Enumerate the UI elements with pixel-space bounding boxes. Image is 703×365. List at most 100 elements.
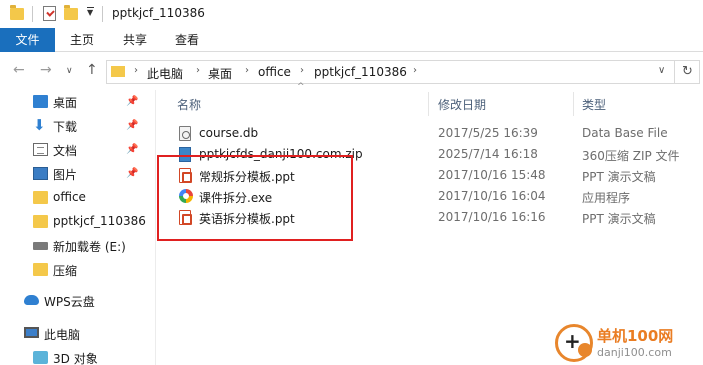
column-divider[interactable] [428,92,429,116]
sidebar-item-documents[interactable]: 文档 📌 [0,138,156,162]
watermark-url: danji100.com [597,346,672,359]
file-date: 2017/10/16 16:16 [438,210,546,224]
download-icon: ⬇ [33,116,46,134]
window-title: pptkjcf_110386 [112,6,205,20]
ppt-file-icon [179,168,192,183]
pin-icon[interactable]: 📌 [126,144,138,155]
new-folder-icon[interactable] [64,5,78,20]
pin-icon[interactable]: 📌 [126,168,138,179]
ppt-file-icon [179,210,192,225]
column-divider[interactable] [573,92,574,116]
forward-arrow-icon[interactable]: → [40,62,52,78]
sidebar-item-label: 此电脑 [44,328,81,342]
separator [102,6,103,22]
breadcrumb-current-folder[interactable]: pptkjcf_110386 [314,65,407,79]
column-header-type[interactable]: 类型 [582,96,606,113]
separator [32,6,33,22]
file-name: pptkjcfds_danji100.com.zip [199,147,363,161]
sidebar-item-label: office [53,190,86,204]
tab-file[interactable]: 文件 [0,28,55,52]
3d-objects-icon [33,351,48,364]
file-date: 2017/10/16 15:48 [438,168,546,182]
watermark-logo-icon [555,324,593,362]
column-header-date[interactable]: 修改日期 [438,96,486,113]
back-arrow-icon[interactable]: ← [13,62,25,78]
sidebar-item-label: WPS云盘 [44,295,95,309]
sidebar-item-3d-objects[interactable]: 3D 对象 [0,346,156,365]
folder-icon [111,66,125,77]
document-icon [33,143,48,156]
exe-file-icon [179,189,193,203]
up-arrow-icon[interactable]: ↑ [86,62,98,78]
sidebar-item-label: 桌面 [53,96,78,110]
sidebar-item-desktop[interactable]: 桌面 📌 [0,90,156,114]
folder-icon [10,5,24,20]
file-name: 英语拆分模板.ppt [199,212,295,226]
pane-divider[interactable] [155,90,156,365]
table-row[interactable]: 课件拆分.exe 2017/10/16 16:04 应用程序 [169,186,703,207]
chevron-right-icon[interactable]: › [300,65,304,76]
table-row[interactable]: pptkjcfds_danji100.com.zip 2025/7/14 16:… [169,144,703,165]
chevron-right-icon[interactable]: › [196,65,200,76]
address-bar[interactable]: › 此电脑 › 桌面 › office › pptkjcf_110386 › ∨… [106,60,700,84]
sidebar-item-label: 3D 对象 [53,352,98,365]
navigation-pane: 桌面 📌 ⬇ 下载 📌 文档 📌 图片 📌 office pptkjcf_110… [0,90,156,365]
column-header-name[interactable]: 名称 [177,96,201,113]
file-name: course.db [199,126,259,140]
zip-file-icon [179,147,191,162]
recent-locations-icon[interactable]: ∨ [66,66,73,76]
sidebar-item-pictures[interactable]: 图片 📌 [0,162,156,186]
separator [674,61,675,83]
sidebar-item-office[interactable]: office [0,186,156,210]
breadcrumb-this-pc[interactable]: 此电脑 [147,65,183,82]
watermark-name: 单机100网 [597,327,674,345]
sidebar-item-label: 图片 [53,168,78,182]
sidebar-item-label: 文档 [53,144,78,158]
sidebar-item-compress[interactable]: 压缩 [0,258,156,282]
file-name: 常规拆分模板.ppt [199,170,295,184]
chevron-right-icon[interactable]: › [134,65,138,76]
file-type: PPT 演示文稿 [582,170,656,184]
folder-icon [33,215,48,228]
table-row[interactable]: 英语拆分模板.ppt 2017/10/16 16:16 PPT 演示文稿 [169,207,703,228]
tab-home[interactable]: 主页 [60,28,104,52]
properties-icon[interactable] [43,6,56,21]
chevron-down-icon[interactable]: ∨ [658,65,665,76]
sidebar-item-downloads[interactable]: ⬇ 下载 📌 [0,114,156,138]
file-date: 2017/10/16 16:04 [438,189,546,203]
pin-icon[interactable]: 📌 [126,96,138,107]
drive-icon [33,242,48,250]
sidebar-item-wps-cloud[interactable]: WPS云盘 [0,289,156,313]
ribbon-tabs: 文件 主页 共享 查看 [0,28,703,52]
chevron-right-icon[interactable]: › [245,65,249,76]
title-bar: ▼ pptkjcf_110386 [0,0,703,28]
tab-share[interactable]: 共享 [113,28,157,52]
table-row[interactable]: 常规拆分模板.ppt 2017/10/16 15:48 PPT 演示文稿 [169,165,703,186]
chevron-right-icon[interactable]: › [413,65,417,76]
cloud-icon [24,295,39,305]
breadcrumb-office[interactable]: office [258,65,291,79]
desktop-icon [33,95,48,108]
tab-view[interactable]: 查看 [165,28,209,52]
chevron-down-icon[interactable]: ▼ [87,8,93,17]
watermark: 单机100网 danji100.com [555,322,703,365]
navigation-bar: ← → ∨ ↑ › 此电脑 › 桌面 › office › pptkjcf_11… [0,52,703,90]
database-file-icon [179,126,191,141]
refresh-icon[interactable]: ↻ [682,64,693,79]
folder-icon [33,191,48,204]
computer-icon [24,327,39,338]
sidebar-item-drive-e[interactable]: 新加载卷 (E:) [0,234,156,258]
file-type: Data Base File [582,126,668,140]
file-type: PPT 演示文稿 [582,212,656,226]
breadcrumb-desktop[interactable]: 桌面 [208,65,232,82]
pin-icon[interactable]: 📌 [126,120,138,131]
sidebar-item-label: 新加载卷 (E:) [53,240,126,254]
folder-icon [33,263,48,276]
sidebar-item-pptkjcf[interactable]: pptkjcf_110386 [0,210,156,234]
sort-ascending-icon: ^ [297,82,305,92]
table-row[interactable]: course.db 2017/5/25 16:39 Data Base File [169,123,703,144]
file-date: 2025/7/14 16:18 [438,147,538,161]
sidebar-item-this-pc[interactable]: 此电脑 [0,322,156,346]
sidebar-item-label: 下载 [53,120,78,134]
file-type: 360压缩 ZIP 文件 [582,149,680,163]
